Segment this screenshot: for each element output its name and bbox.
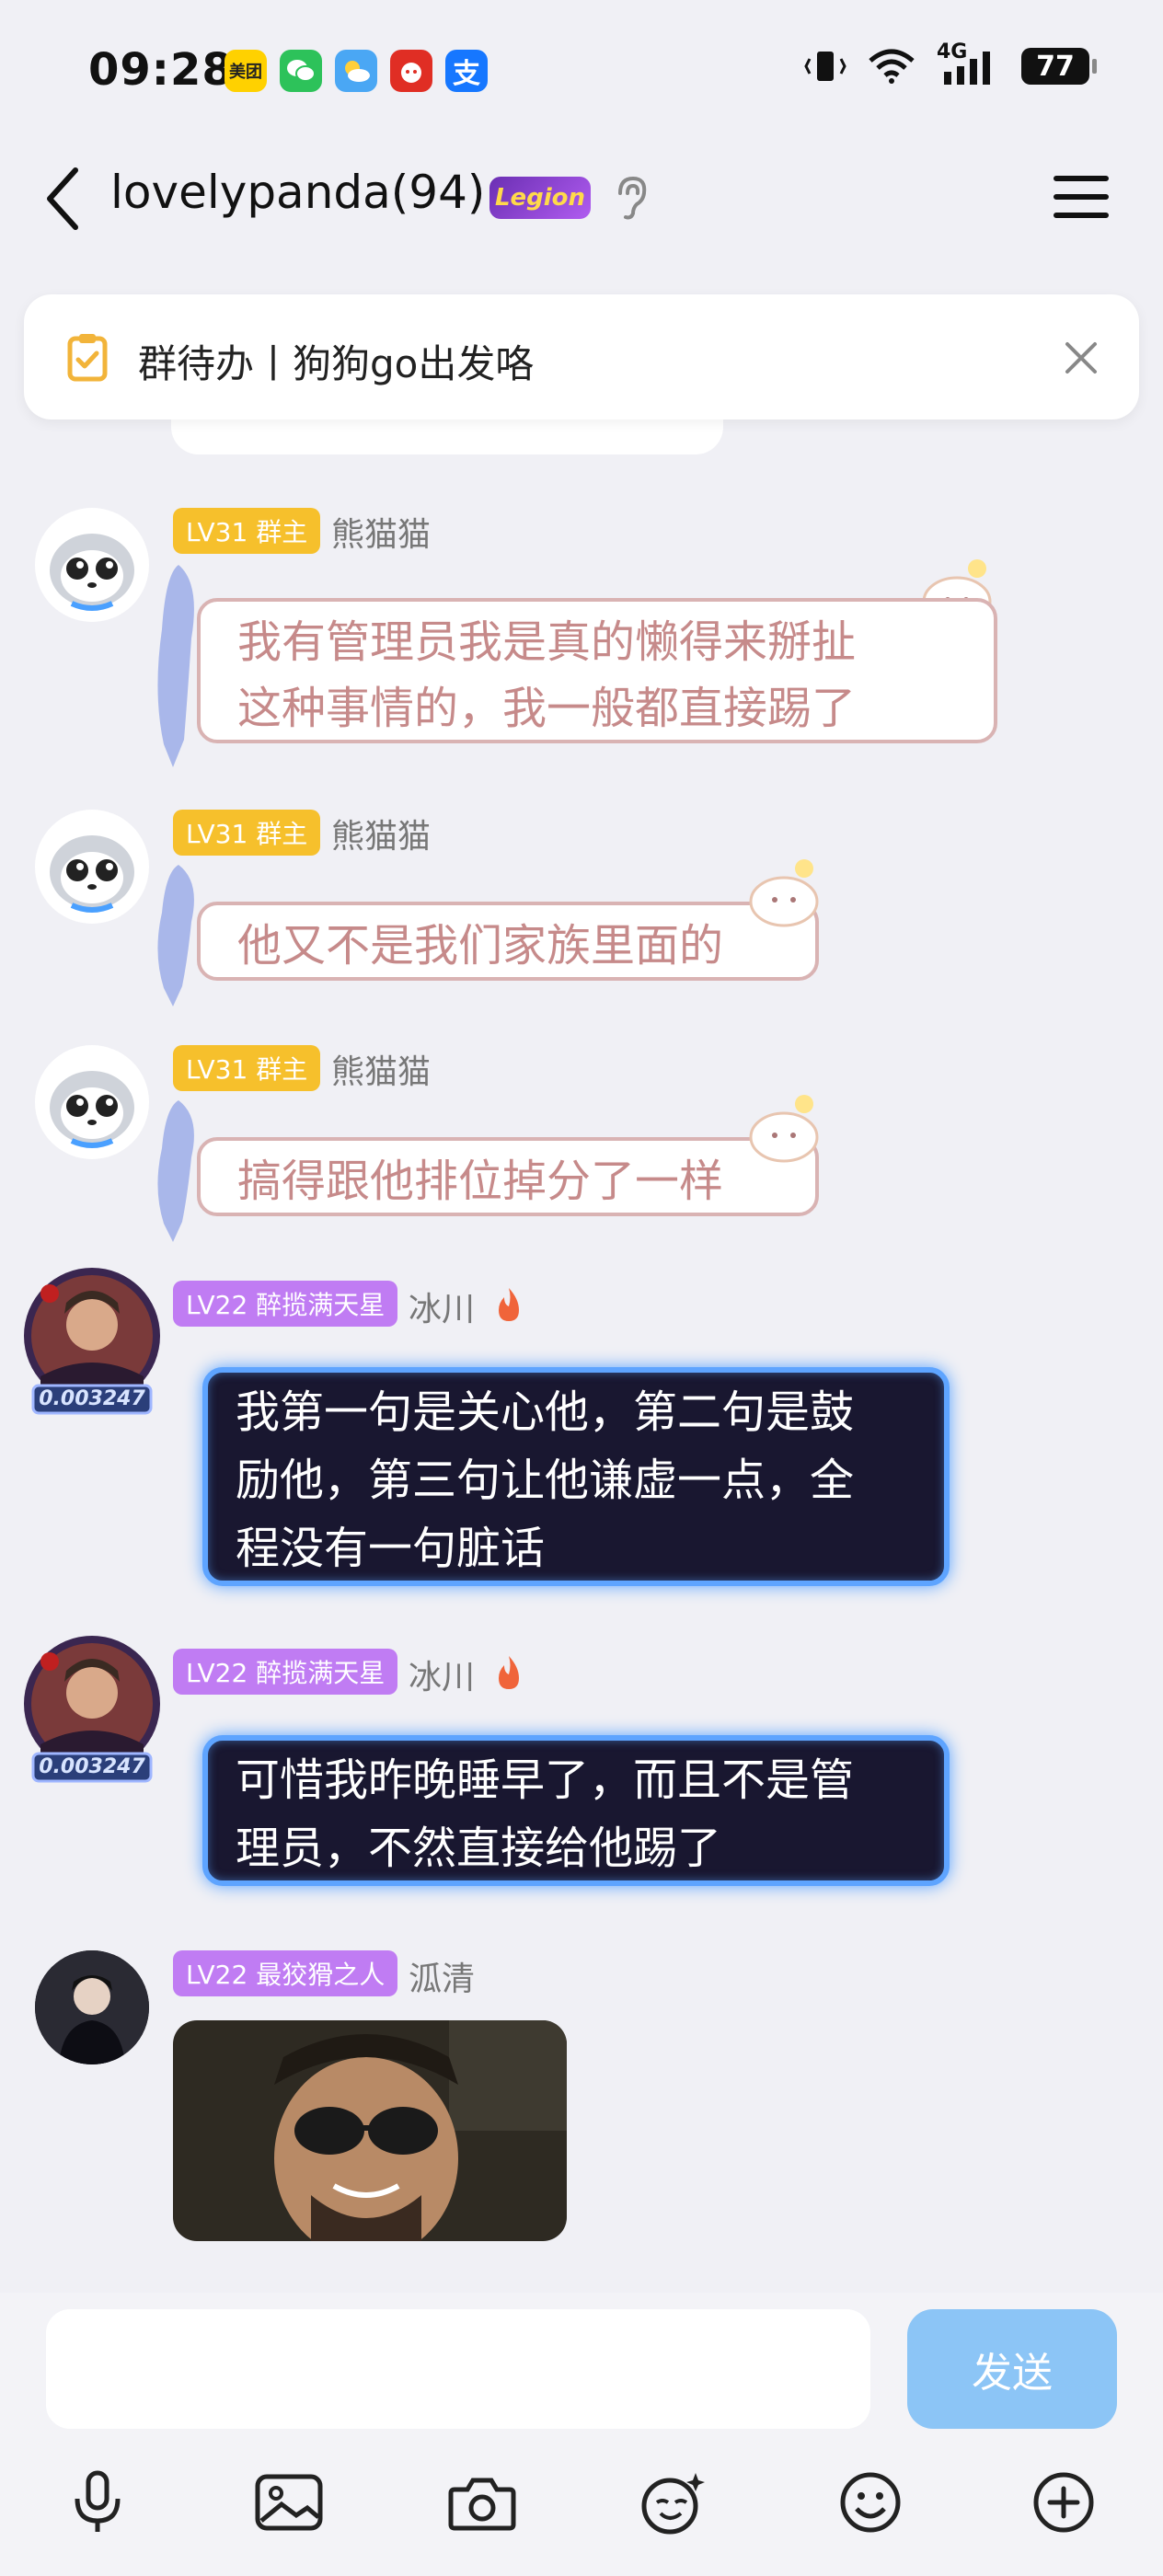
avatar[interactable] [35, 508, 149, 622]
todo-text: 群待办丨狗狗go出发咯 [138, 341, 535, 386]
todo-clipboard-icon [64, 331, 110, 383]
message-text-line: 励他，第三句让他谦虚一点，全 [236, 1455, 855, 1506]
sender-name[interactable]: 熊猫猫 [331, 1045, 431, 1093]
message-text-line: 这种事情的，我一般都直接踢了 [237, 683, 857, 734]
message-text-line: 他又不是我们家族里面的 [237, 920, 724, 972]
sender-name[interactable]: 熊猫猫 [331, 508, 431, 556]
sender-name[interactable]: 熊猫猫 [331, 810, 431, 857]
message-text-line: 搞得跟他排位掉分了一样 [237, 1156, 724, 1207]
message-bubble[interactable]: 我第一句是关心他，第二句是鼓 励他，第三句让他谦虚一点，全 程没有一句脏话 [202, 1367, 950, 1586]
message-text-line: 我有管理员我是真的懒得来掰扯 [237, 616, 857, 668]
dolphin-decoration-icon [151, 1093, 202, 1249]
voice-button[interactable] [61, 2466, 134, 2539]
level-badge: LV31 群主 [173, 810, 321, 856]
avatar[interactable]: 0.003247 [22, 1266, 162, 1422]
cat-decoration-icon [743, 1091, 823, 1165]
plus-circle-icon [1033, 2472, 1094, 2533]
level-badge: LV22 醉揽满天星 [173, 1281, 398, 1327]
message-input[interactable] [46, 2309, 870, 2429]
avatar[interactable] [35, 1045, 149, 1159]
status-indicators: 4G 77 [804, 40, 1097, 86]
message-bubble[interactable]: 我有管理员我是真的懒得来掰扯 这种事情的，我一般都直接踢了 [197, 598, 997, 743]
avatar[interactable]: 0.003247 [22, 1634, 162, 1790]
back-button[interactable] [35, 162, 90, 236]
sparkle-face-icon [641, 2473, 705, 2535]
dolphin-decoration-icon [151, 556, 202, 776]
magic-emoji-button[interactable] [637, 2466, 710, 2539]
dolphin-decoration-icon [151, 857, 202, 1014]
avatar-frame-number: 0.003247 [39, 1387, 145, 1410]
camera-button[interactable] [445, 2466, 519, 2539]
weather-icon [335, 50, 377, 92]
battery-indicator: 77 [1021, 48, 1097, 85]
meituan-icon: 美团 [225, 50, 267, 92]
image-icon [255, 2474, 323, 2531]
chevron-left-icon [47, 167, 78, 230]
ear-mode-icon[interactable] [611, 175, 651, 221]
group-badge: Legion [489, 177, 591, 219]
group-todo-banner[interactable]: 群待办丨狗狗go出发咯 [24, 294, 1139, 420]
fire-icon [493, 1286, 524, 1323]
avatar-frame-number: 0.003247 [39, 1755, 145, 1778]
level-badge: LV31 群主 [173, 1045, 321, 1091]
emoji-button[interactable] [834, 2466, 907, 2539]
message-bubble[interactable]: 他又不是我们家族里面的 [197, 902, 819, 981]
cat-decoration-icon [743, 856, 823, 929]
close-todo-button[interactable] [1056, 333, 1106, 383]
sender-name[interactable]: 冰川 [409, 1282, 475, 1330]
close-icon [1065, 342, 1097, 374]
send-button[interactable]: 发送 [907, 2309, 1117, 2429]
wechat-icon [280, 50, 322, 92]
microphone-icon [75, 2470, 121, 2532]
level-badge: LV22 醉揽满天星 [173, 1649, 398, 1695]
chat-title[interactable]: lovelypanda(94) [110, 166, 485, 219]
camera-icon [448, 2478, 516, 2531]
status-time: 09:28 [88, 44, 234, 96]
fire-icon [493, 1654, 524, 1691]
message-text-line: 程没有一句脏话 [236, 1523, 546, 1574]
album-button[interactable] [252, 2466, 326, 2539]
level-badge: LV22 最狡猾之人 [173, 1950, 398, 1996]
signal-icon: 4G [937, 40, 1001, 86]
pinduoduo-icon [390, 50, 432, 92]
menu-button[interactable] [1049, 169, 1113, 224]
message-bubble[interactable]: 搞得跟他排位掉分了一样 [197, 1137, 819, 1216]
message-bubble[interactable]: 可惜我昨晚睡早了，而且不是管 理员，不然直接给他踢了 [202, 1735, 950, 1886]
alipay-icon: 支 [445, 50, 488, 92]
wifi-icon [869, 49, 915, 84]
avatar[interactable] [35, 1950, 149, 2064]
sender-name[interactable]: 冰川 [409, 1650, 475, 1698]
level-badge: LV31 群主 [173, 508, 321, 554]
vibrate-icon [804, 52, 846, 81]
message-text-line: 我第一句是关心他，第二句是鼓 [236, 1386, 855, 1438]
sender-name[interactable]: 泒清 [409, 1952, 475, 2000]
image-message[interactable] [173, 2020, 567, 2241]
menu-icon [1054, 176, 1109, 218]
more-button[interactable] [1027, 2466, 1100, 2539]
message-text-line: 理员，不然直接给他踢了 [236, 1823, 722, 1874]
message-text-line: 可惜我昨晚睡早了，而且不是管 [236, 1754, 855, 1806]
avatar[interactable] [35, 810, 149, 924]
smile-icon [840, 2472, 901, 2533]
